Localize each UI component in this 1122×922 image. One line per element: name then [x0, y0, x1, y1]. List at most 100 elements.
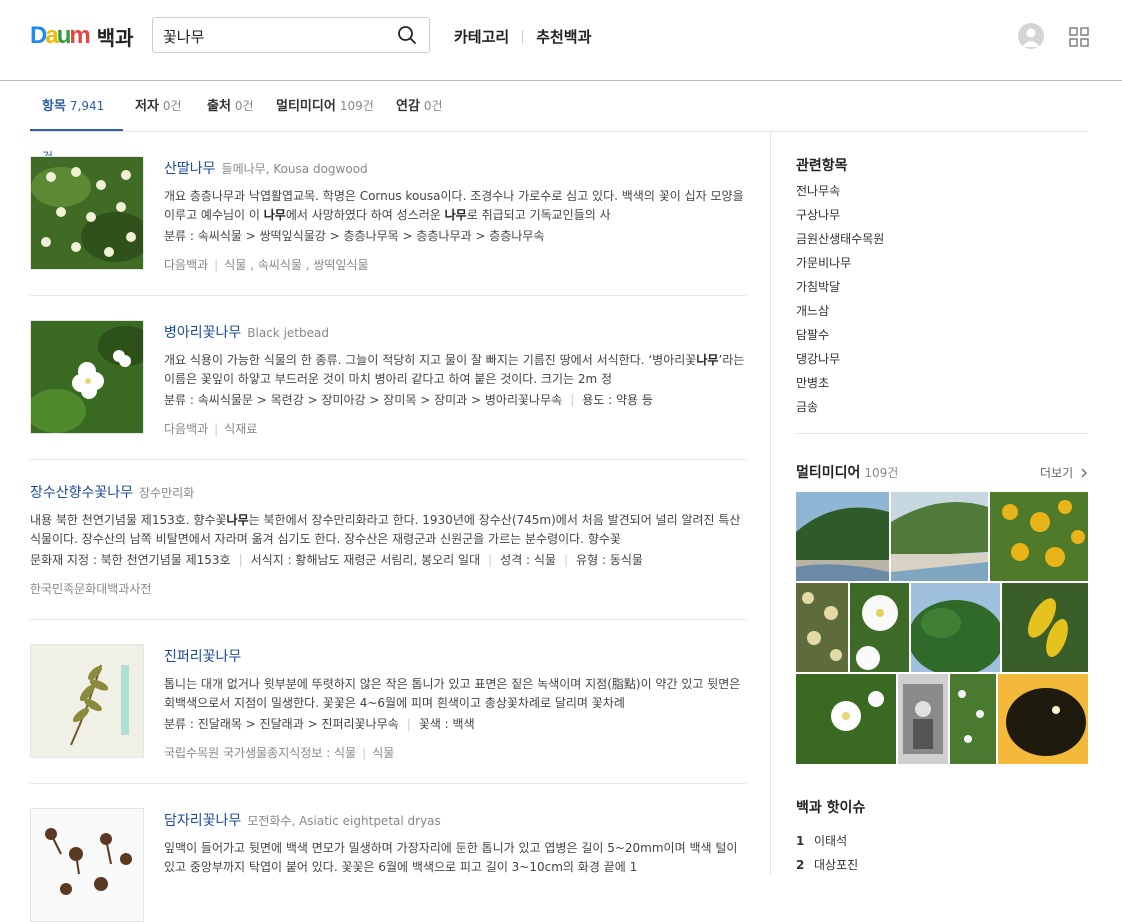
- related-item[interactable]: 가문비나무: [796, 251, 1088, 275]
- media-thumbnail[interactable]: [891, 492, 988, 581]
- result-title[interactable]: 담자리꽃나무: [164, 813, 241, 829]
- result-title[interactable]: 진퍼리꽃나무: [164, 649, 241, 665]
- media-thumbnail[interactable]: [990, 492, 1088, 581]
- related-item[interactable]: 구상나무: [796, 203, 1088, 227]
- result-thumbnail[interactable]: [30, 156, 144, 270]
- result-thumbnail[interactable]: [30, 320, 144, 434]
- tab-label: 저자: [135, 99, 159, 114]
- result-title[interactable]: 장수산향수꽃나무: [30, 485, 133, 501]
- result-subtitle: 장수만리화: [139, 486, 195, 500]
- divider: [796, 433, 1088, 434]
- media-thumbnail[interactable]: [911, 583, 1000, 672]
- avatar-icon[interactable]: [1018, 23, 1044, 49]
- result-meta: 분류 : 속씨식물문 > 목련강 > 장미아강 > 장미목 > 장미과 > 병아…: [164, 393, 653, 407]
- result-item: 담자리꽃나무 모전화수, Asiatic eightpetal dryas 잎맥이…: [30, 808, 746, 922]
- media-thumbnail[interactable]: [1002, 583, 1088, 672]
- media-thumbnail[interactable]: [898, 674, 948, 764]
- result-tabs: 항목7,941건 저자0건 출처0건 멀티미디어109건 연감0건: [30, 81, 1088, 164]
- result-description: 톱니는 대개 없거나 윗부분에 뚜렷하지 않은 작은 톱니가 있고 표면은 짙은…: [164, 677, 741, 710]
- source-link[interactable]: 다음백과: [164, 422, 208, 436]
- related-item[interactable]: 만병초: [796, 371, 1088, 395]
- logo-letter-a: a: [45, 22, 58, 49]
- nav-recommended[interactable]: 추천백과: [536, 26, 591, 47]
- related-item[interactable]: 금송: [796, 395, 1088, 419]
- logo-letter-d: D: [30, 22, 47, 49]
- daum-logo[interactable]: D a u m 백과: [30, 22, 134, 50]
- result-title-line: 산딸나무 들메나무, Kousa dogwood: [164, 158, 746, 178]
- hot-issue-item[interactable]: 1 이태석: [796, 829, 1088, 853]
- tab-multimedia[interactable]: 멀티미디어 109건: [264, 81, 386, 131]
- related-item[interactable]: 담팔수: [796, 323, 1088, 347]
- column-divider: [770, 131, 771, 875]
- tab-label: 멀티미디어: [276, 99, 336, 114]
- source-link[interactable]: 국립수목원 국가생물종지식정보 : 식물: [164, 746, 356, 760]
- multimedia-gallery: [796, 492, 1088, 764]
- related-item[interactable]: 가침박달: [796, 275, 1088, 299]
- rank-number: 2: [796, 858, 805, 872]
- result-description: 개요 식용이 가능한 식물의 한 종류. 그늘이 적당히 지고 물이 잘 빠지는…: [164, 353, 745, 386]
- search-box: [152, 17, 430, 53]
- multimedia-title: 멀티미디어: [796, 465, 861, 481]
- logo-letter-m: m: [69, 22, 90, 49]
- tab-count: 0건: [423, 99, 443, 113]
- hot-issue-title: 백과 핫이슈: [796, 800, 866, 816]
- media-thumbnail[interactable]: [796, 674, 896, 764]
- hot-issue-item[interactable]: 2 대상포진: [796, 853, 1088, 877]
- media-thumbnail[interactable]: [796, 583, 848, 672]
- related-title: 관련항목: [796, 158, 848, 174]
- rank-number: 1: [796, 834, 805, 848]
- tab-label: 출처: [207, 99, 231, 114]
- result-title[interactable]: 산딸나무: [164, 161, 216, 177]
- media-thumbnail[interactable]: [998, 674, 1088, 764]
- result-thumbnail[interactable]: [30, 808, 144, 922]
- tab-label: 항목: [42, 99, 66, 114]
- result-subtitle: Black jetbead: [247, 326, 329, 340]
- result-meta: 문화재 지정 : 북한 천연기념물 제153호 | 서식지 : 황해남도 재령군 서…: [30, 553, 643, 567]
- result-item: 장수산향수꽃나무 장수만리화 내용 북한 천연기념물 제153호. 향수꽃나무는 …: [30, 482, 746, 620]
- chevron-right-icon: [1081, 468, 1087, 478]
- result-item: 병아리꽃나무 Black jetbead 개요 식용이 가능한 식물의 한 종류.…: [30, 320, 746, 460]
- source-category[interactable]: 식물: [372, 746, 394, 760]
- source-link[interactable]: 다음백과: [164, 258, 208, 272]
- related-item[interactable]: 댕강나무: [796, 347, 1088, 371]
- media-thumbnail[interactable]: [950, 674, 996, 764]
- result-source: 다음백과 | 식재료: [164, 422, 258, 436]
- result-title-line: 진퍼리꽃나무: [164, 646, 746, 666]
- search-icon[interactable]: [397, 25, 417, 45]
- related-item[interactable]: 전나무속: [796, 179, 1088, 203]
- more-link[interactable]: 더보기: [1040, 464, 1088, 481]
- tab-label: 연감: [396, 99, 420, 114]
- tab-items[interactable]: 항목7,941건: [30, 81, 123, 164]
- nav-category[interactable]: 카테고리: [454, 26, 509, 47]
- media-thumbnail[interactable]: [850, 583, 909, 672]
- result-title-line: 담자리꽃나무 모전화수, Asiatic eightpetal dryas: [164, 810, 746, 830]
- search-input[interactable]: [161, 24, 385, 48]
- service-name[interactable]: 백과: [97, 22, 134, 51]
- tab-sources[interactable]: 출처 0건: [195, 81, 266, 131]
- related-item[interactable]: 금원산생태수목원: [796, 227, 1088, 251]
- result-thumbnail[interactable]: [30, 644, 144, 758]
- result-title[interactable]: 병아리꽃나무: [164, 325, 241, 341]
- result-meta: 분류 : 속씨식물 > 쌍떡잎식물강 > 층층나무목 > 층층나무과 > 층층나…: [164, 229, 545, 243]
- hot-issue-label: 대상포진: [814, 858, 859, 872]
- result-title-line: 장수산향수꽃나무 장수만리화: [30, 482, 746, 502]
- result-source: 국립수목원 국가생물종지식정보 : 식물 | 식물: [164, 746, 395, 760]
- global-nav: 카테고리 추천백과: [454, 26, 591, 47]
- app-grid-icon[interactable]: [1069, 27, 1089, 47]
- related-item[interactable]: 개느삼: [796, 299, 1088, 323]
- result-subtitle: 들메나무, Kousa dogwood: [221, 162, 368, 176]
- hot-issue-label: 이태석: [814, 834, 848, 848]
- result-description: 잎맥이 들어가고 뒷면에 백색 면모가 밀생하며 가장자리에 둔한 톱니가 있고…: [164, 841, 738, 874]
- result-description: 개요 층층나무과 낙엽활엽교목. 학명은 Cornus kousa이다. 조경수…: [164, 189, 744, 222]
- related-items-panel: 관련항목 전나무속 구상나무 금원산생태수목원 가문비나무 가침박달 개느삼 담…: [796, 155, 1088, 419]
- media-thumbnail[interactable]: [796, 492, 889, 581]
- header: D a u m 백과 카테고리 추천백과: [0, 0, 1122, 81]
- tab-count: 0건: [162, 99, 182, 113]
- result-item: 진퍼리꽃나무 톱니는 대개 없거나 윗부분에 뚜렷하지 않은 작은 톱니가 있고…: [30, 644, 746, 784]
- source-category[interactable]: 식물 , 속씨식물 , 쌍떡잎식물: [224, 258, 368, 272]
- result-meta: 분류 : 진달래목 > 진달래과 > 진퍼리꽃나무속 | 꽃색 : 백색: [164, 717, 475, 731]
- tab-yearbook[interactable]: 연감 0건: [384, 81, 455, 131]
- tab-authors[interactable]: 저자 0건: [123, 81, 194, 131]
- source-link[interactable]: 한국민족문화대백과사전: [30, 582, 151, 596]
- source-category[interactable]: 식재료: [224, 422, 257, 436]
